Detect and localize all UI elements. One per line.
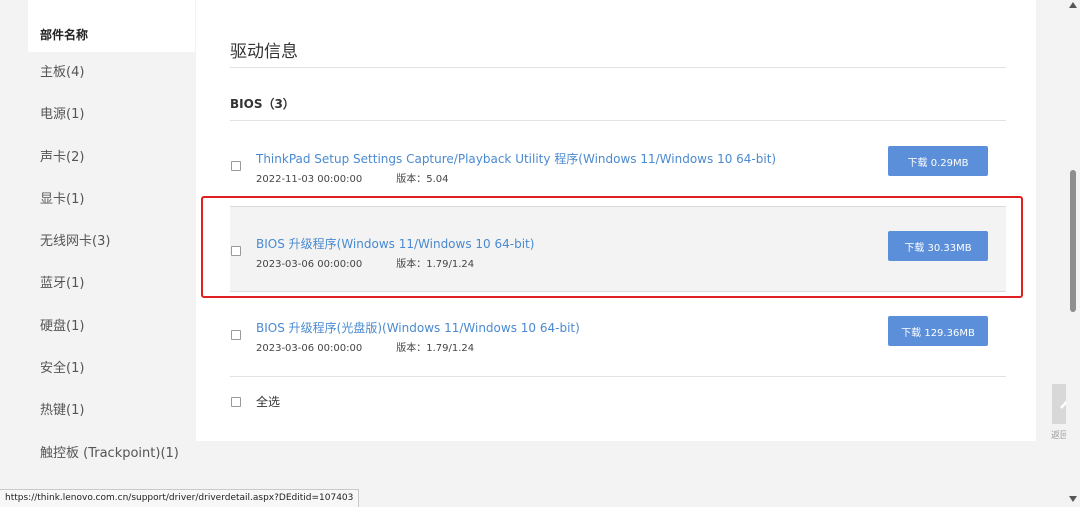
driver-date: 2023-03-06 00:00:00 bbox=[256, 343, 363, 354]
sidebar-list: 主板(4) 电源(1) 声卡(2) 显卡(1) 无线网卡(3) 蓝牙(1) 硬盘… bbox=[28, 52, 195, 475]
driver-row: BIOS 升级程序(光盘版)(Windows 11/Windows 10 64-… bbox=[230, 292, 1006, 378]
sidebar-item-bluetooth[interactable]: 蓝牙(1) bbox=[28, 263, 195, 305]
driver-row: BIOS 升级程序(Windows 11/Windows 10 64-bit) … bbox=[230, 206, 1006, 292]
driver-version: 版本：5.04 bbox=[396, 174, 449, 185]
select-all-label[interactable]: 全选 bbox=[256, 393, 280, 410]
driver-version: 版本：1.79/1.24 bbox=[396, 343, 475, 354]
sidebar-item-trackpoint[interactable]: 触控板 (Trackpoint)(1) bbox=[28, 433, 195, 475]
download-button[interactable]: 下载 129.36MB bbox=[888, 316, 988, 346]
driver-date: 2023-03-06 00:00:00 bbox=[256, 259, 363, 270]
download-button[interactable]: 下载 30.33MB bbox=[888, 231, 988, 261]
vertical-scrollbar[interactable] bbox=[1066, 0, 1080, 507]
status-bar-url: https://think.lenovo.com.cn/support/driv… bbox=[0, 489, 360, 507]
sidebar-item-audio[interactable]: 声卡(2) bbox=[28, 137, 195, 179]
driver-link[interactable]: BIOS 升级程序(光盘版)(Windows 11/Windows 10 64-… bbox=[256, 319, 580, 336]
scroll-up-arrow-icon[interactable] bbox=[1069, 2, 1077, 8]
driver-version: 版本：1.79/1.24 bbox=[396, 259, 475, 270]
sidebar-item-hotkeys[interactable]: 热键(1) bbox=[28, 390, 195, 432]
sidebar-item-wireless[interactable]: 无线网卡(3) bbox=[28, 221, 195, 263]
driver-date: 2022-11-03 00:00:00 bbox=[256, 174, 363, 185]
select-all-checkbox[interactable] bbox=[231, 397, 241, 407]
download-button[interactable]: 下载 0.29MB bbox=[888, 146, 988, 176]
divider bbox=[230, 67, 1006, 68]
driver-row: ThinkPad Setup Settings Capture/Playback… bbox=[230, 120, 1006, 206]
scroll-down-arrow-icon[interactable] bbox=[1069, 496, 1077, 502]
driver-meta: 2023-03-06 00:00:00 版本：1.79/1.24 bbox=[256, 255, 474, 270]
driver-link[interactable]: ThinkPad Setup Settings Capture/Playback… bbox=[256, 150, 776, 167]
driver-meta: 2022-11-03 00:00:00 版本：5.04 bbox=[256, 170, 448, 185]
group-title: BIOS（3） bbox=[230, 97, 295, 111]
sidebar-item-storage[interactable]: 硬盘(1) bbox=[28, 306, 195, 348]
driver-checkbox[interactable] bbox=[231, 330, 241, 340]
component-sidebar: 部件名称 主板(4) 电源(1) 声卡(2) 显卡(1) 无线网卡(3) 蓝牙(… bbox=[28, 0, 195, 507]
scrollbar-thumb[interactable] bbox=[1070, 170, 1076, 312]
divider bbox=[230, 376, 1006, 377]
driver-link[interactable]: BIOS 升级程序(Windows 11/Windows 10 64-bit) bbox=[256, 235, 534, 252]
driver-meta: 2023-03-06 00:00:00 版本：1.79/1.24 bbox=[256, 339, 474, 354]
driver-info-panel: 驱动信息 BIOS（3） ThinkPad Setup Settings Cap… bbox=[196, 0, 1036, 441]
sidebar-item-motherboard[interactable]: 主板(4) bbox=[28, 52, 195, 94]
sidebar-item-graphics[interactable]: 显卡(1) bbox=[28, 179, 195, 221]
driver-checkbox[interactable] bbox=[231, 161, 241, 171]
sidebar-item-power[interactable]: 电源(1) bbox=[28, 94, 195, 136]
sidebar-item-security[interactable]: 安全(1) bbox=[28, 348, 195, 390]
sidebar-header: 部件名称 bbox=[28, 0, 195, 52]
driver-checkbox[interactable] bbox=[231, 246, 241, 256]
section-title: 驱动信息 bbox=[230, 42, 298, 62]
